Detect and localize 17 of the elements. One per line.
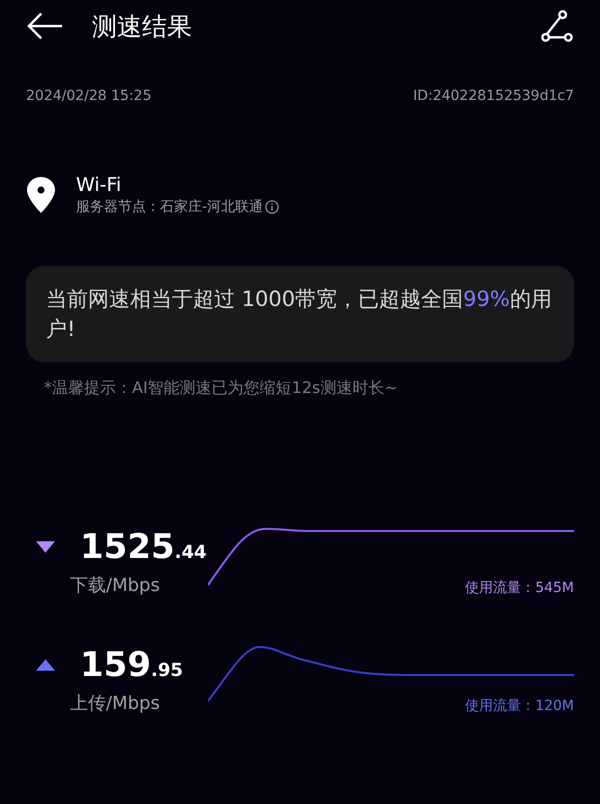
test-datetime: 2024/02/28 15:25: [26, 88, 152, 104]
speed-value: 159.95: [80, 645, 183, 685]
location-pin-icon: [26, 176, 56, 214]
speed-unit: 下载/Mbps: [70, 574, 161, 597]
info-icon[interactable]: [265, 200, 280, 214]
share-icon[interactable]: [540, 9, 574, 43]
tip-text: *温馨提示：AI智能测速已为您缩短12s测速时长~: [44, 378, 399, 399]
data-usage: 使用流量：545M: [465, 579, 574, 597]
test-id: ID:240228152539d1c7: [413, 88, 574, 104]
back-icon[interactable]: [26, 11, 64, 41]
speed-unit: 上传/Mbps: [70, 692, 161, 715]
speed-value: 1525.44: [80, 527, 207, 567]
data-usage: 使用流量：120M: [465, 697, 574, 715]
network-name: Wi-Fi: [76, 174, 122, 196]
summary-text: 当前网速相当于超过 1000带宽，已超越全国99%的用户!: [46, 286, 553, 343]
page-title: 测速结果: [92, 10, 193, 42]
server-label: 服务器节点：石家庄-河北联通: [76, 198, 264, 216]
